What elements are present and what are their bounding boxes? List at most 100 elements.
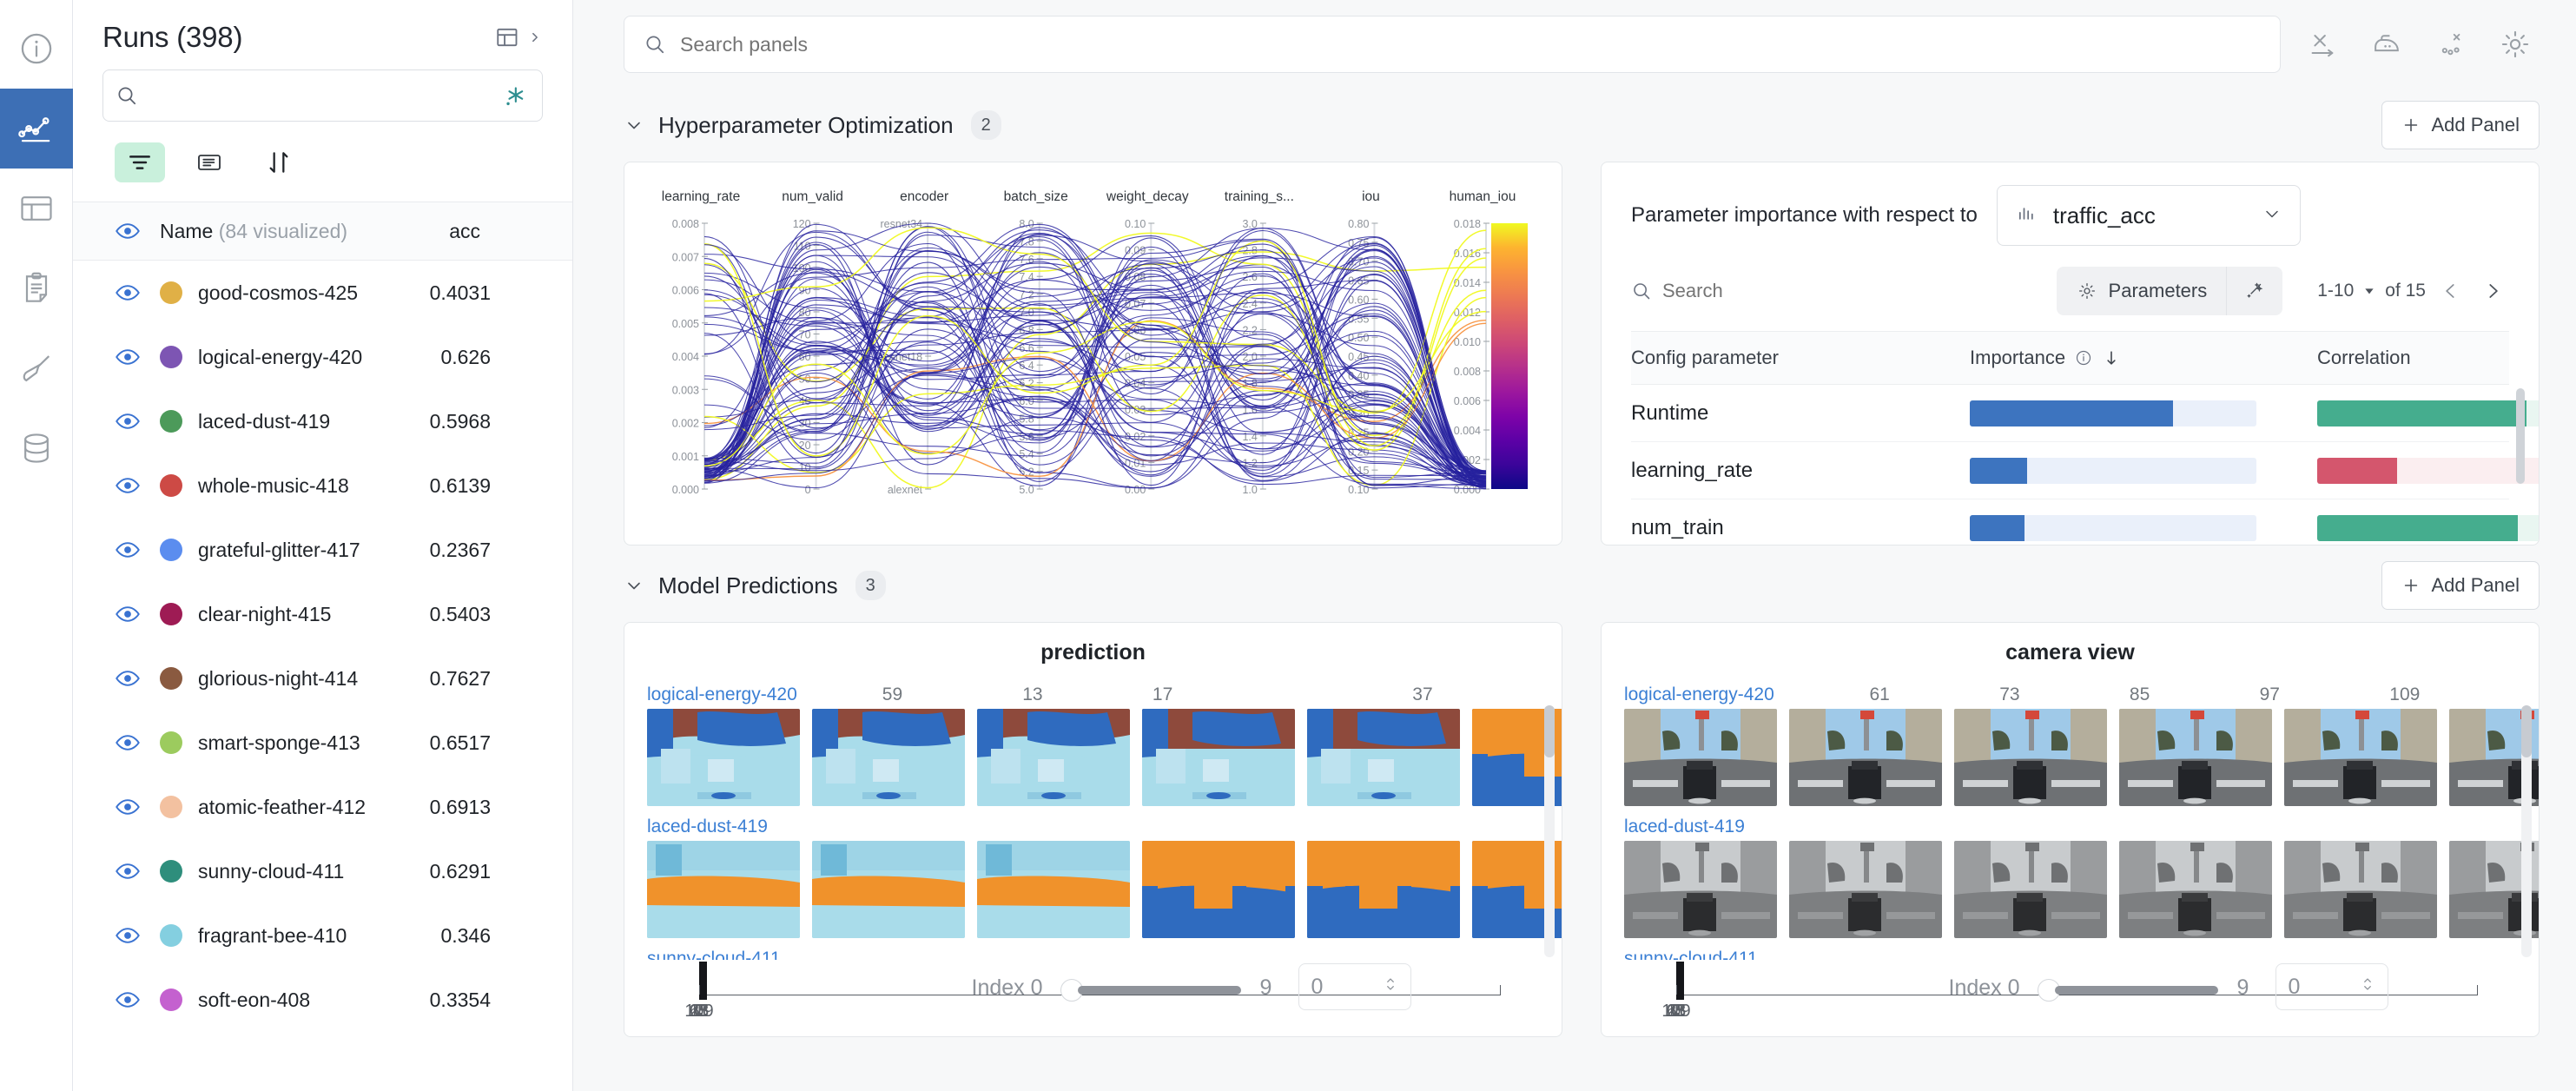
media-run-tag[interactable]: logical-energy-420 [1624,684,1774,705]
media-thumbnail[interactable] [1954,709,2107,806]
media-thumbnail[interactable] [977,709,1130,806]
run-name[interactable]: atomic-feather-412 [198,796,366,819]
run-row[interactable]: fragrant-bee-410 0.346 [73,903,572,968]
run-row[interactable]: logical-energy-420 0.626 [73,325,572,389]
run-row[interactable]: sunny-cloud-411 0.6291 [73,839,572,903]
visibility-eye-icon[interactable] [115,473,160,499]
table-expand-icon[interactable] [494,23,543,52]
media-thumbnail[interactable] [977,841,1130,938]
sort-button[interactable] [254,142,304,182]
media-thumbnail[interactable] [1954,841,2107,938]
media-run-tag[interactable]: laced-dust-419 [647,817,768,837]
metric-select[interactable]: traffic_acc [1996,185,2301,246]
chevron-down-icon[interactable] [624,115,644,136]
media-run-tag[interactable]: sunny-cloud-411 [647,949,781,960]
media-thumbnail[interactable] [1789,841,1942,938]
media-thumbnail[interactable] [1307,841,1460,938]
media-run-tag[interactable]: laced-dust-419 [1624,817,1745,837]
media-thumbnail[interactable] [2284,841,2437,938]
settings-gear-icon[interactable] [2496,25,2534,63]
run-row[interactable]: good-cosmos-425 0.4031 [73,261,572,325]
run-name[interactable]: logical-energy-420 [198,346,362,369]
media-scrollbar[interactable] [1544,705,1555,957]
run-name[interactable]: grateful-glitter-417 [198,539,360,562]
media-thumbnail[interactable] [1789,709,1942,806]
importance-search-input[interactable] [1662,280,1888,302]
visibility-eye-icon[interactable] [115,858,160,884]
visibility-eye-icon[interactable] [115,987,160,1013]
media-thumbnail[interactable] [1142,841,1295,938]
slider-handle-right[interactable] [1676,962,1684,1000]
importance-search[interactable] [1631,280,1888,302]
slider-handle-right[interactable] [699,962,707,1000]
panel-camera-media[interactable]: camera view logical-energy-420 61 73 85 97 10… [1601,622,2540,1037]
media-thumbnail[interactable] [2119,709,2272,806]
media-thumbnail[interactable] [2284,709,2437,806]
rail-item-runs-table[interactable] [0,169,73,248]
outliers-icon[interactable] [2432,25,2470,63]
media-thumbnail[interactable] [812,841,965,938]
media-run-tag[interactable]: sunny-cloud-411 [1624,949,1758,960]
filter-button[interactable] [115,142,165,182]
visibility-eye-icon[interactable] [115,408,160,434]
run-row[interactable]: whole-music-418 0.6139 [73,453,572,518]
page-range-label[interactable]: 1-10 [2317,281,2354,301]
parameters-button[interactable]: Parameters [2057,267,2227,315]
panel-parameter-importance[interactable]: Parameter importance with respect to tra… [1601,162,2540,546]
stepper-arrows-icon[interactable] [1383,973,1398,1002]
slider-index-bar[interactable] [2054,986,2218,995]
media-thumbnail[interactable] [1624,709,1777,806]
next-page-button[interactable] [2476,274,2509,307]
run-name[interactable]: fragrant-bee-410 [198,924,347,948]
slider-stepper[interactable]: 0 [1298,963,1411,1010]
run-row[interactable]: grateful-glitter-417 0.2367 [73,518,572,582]
run-name[interactable]: sunny-cloud-411 [198,860,344,883]
run-name[interactable]: clear-night-415 [198,603,331,626]
run-row[interactable]: soft-eon-408 0.3354 [73,968,572,1032]
visibility-eye-icon[interactable] [115,280,160,306]
visibility-eye-icon[interactable] [115,601,160,627]
index-slider-camera[interactable]: 1 7 13 25 61 109 Index 090 [1602,960,2539,1036]
runs-search-box[interactable] [102,69,543,122]
visibility-eye-icon[interactable] [115,665,160,691]
media-thumbnail[interactable] [1142,709,1295,806]
run-row[interactable]: laced-dust-419 0.5968 [73,389,572,453]
media-thumbnail[interactable] [1624,841,1777,938]
magic-wand-icon[interactable] [2226,267,2282,315]
slider-stepper[interactable]: 0 [2275,963,2388,1010]
rail-item-workspace[interactable] [0,89,73,169]
visibility-eye-icon[interactable] [115,537,160,563]
visibility-eye-icon[interactable] [115,730,160,756]
rail-item-reports[interactable] [0,248,73,328]
x-axis-icon[interactable] [2303,25,2342,63]
visibility-eye-icon[interactable] [115,218,160,244]
media-thumbnail[interactable] [647,841,800,938]
runs-search-input[interactable] [138,84,530,107]
media-scrollbar[interactable] [2521,705,2532,957]
run-name[interactable]: glorious-night-414 [198,667,358,691]
run-name[interactable]: good-cosmos-425 [198,281,358,305]
magic-star-icon[interactable] [499,83,528,116]
column-header-acc[interactable]: acc [449,220,543,243]
visibility-eye-icon[interactable] [115,922,160,949]
media-thumbnail[interactable] [1307,709,1460,806]
media-thumbnail[interactable] [812,709,965,806]
panel-search-box[interactable] [624,16,2281,73]
column-header-name[interactable]: Name (84 visualized) [160,220,347,243]
rail-item-info[interactable] [0,9,73,89]
columns-button[interactable] [184,142,234,182]
index-slider-prediction[interactable]: 1 7 13 25 61 109 Index 090 [624,960,1562,1036]
run-name[interactable]: laced-dust-419 [198,410,330,433]
importance-row[interactable]: Runtime [1631,385,2539,442]
importance-scrollbar[interactable] [2516,388,2525,484]
media-thumbnail[interactable] [647,709,800,806]
add-panel-button-predictions[interactable]: Add Panel [2381,561,2540,610]
run-row[interactable]: clear-night-415 0.5403 [73,582,572,646]
run-name[interactable]: soft-eon-408 [198,989,310,1012]
smoothing-iron-icon[interactable] [2368,25,2406,63]
panel-search-input[interactable] [680,32,2261,56]
run-row[interactable]: smart-sponge-413 0.6517 [73,711,572,775]
run-row[interactable]: glorious-night-414 0.7627 [73,646,572,711]
media-thumbnail[interactable] [2119,841,2272,938]
stepper-arrows-icon[interactable] [2360,973,2375,1002]
